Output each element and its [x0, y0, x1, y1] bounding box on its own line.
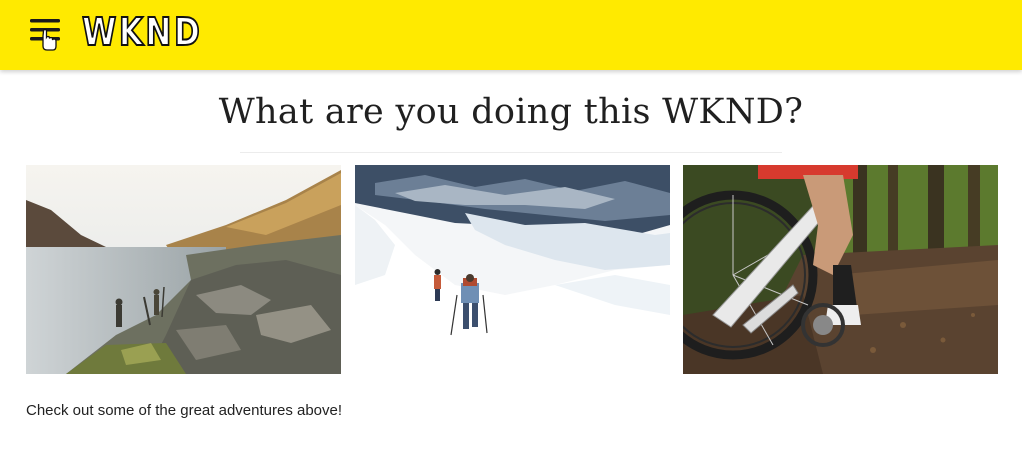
site-header: WKND — [0, 0, 1022, 70]
title-divider — [240, 152, 782, 153]
wknd-logo[interactable]: WKND — [81, 9, 202, 55]
menu-button[interactable] — [26, 12, 66, 52]
adventure-card-snow-glacier[interactable] — [355, 165, 670, 374]
hand-pointer-icon — [42, 28, 57, 51]
adventure-card-forest-bike[interactable] — [683, 165, 998, 374]
adventures-caption: Check out some of the great adventures a… — [26, 402, 343, 419]
forest-trail-mountain-bike-photo — [683, 165, 998, 374]
page-title: What are you doing this WKND? — [218, 92, 804, 132]
snow-glacier-trekkers-photo — [355, 165, 670, 374]
adventure-card-mountain-lake[interactable] — [26, 165, 341, 374]
hamburger-menu-icon — [30, 19, 60, 51]
mountain-lake-hikers-photo — [26, 165, 341, 374]
